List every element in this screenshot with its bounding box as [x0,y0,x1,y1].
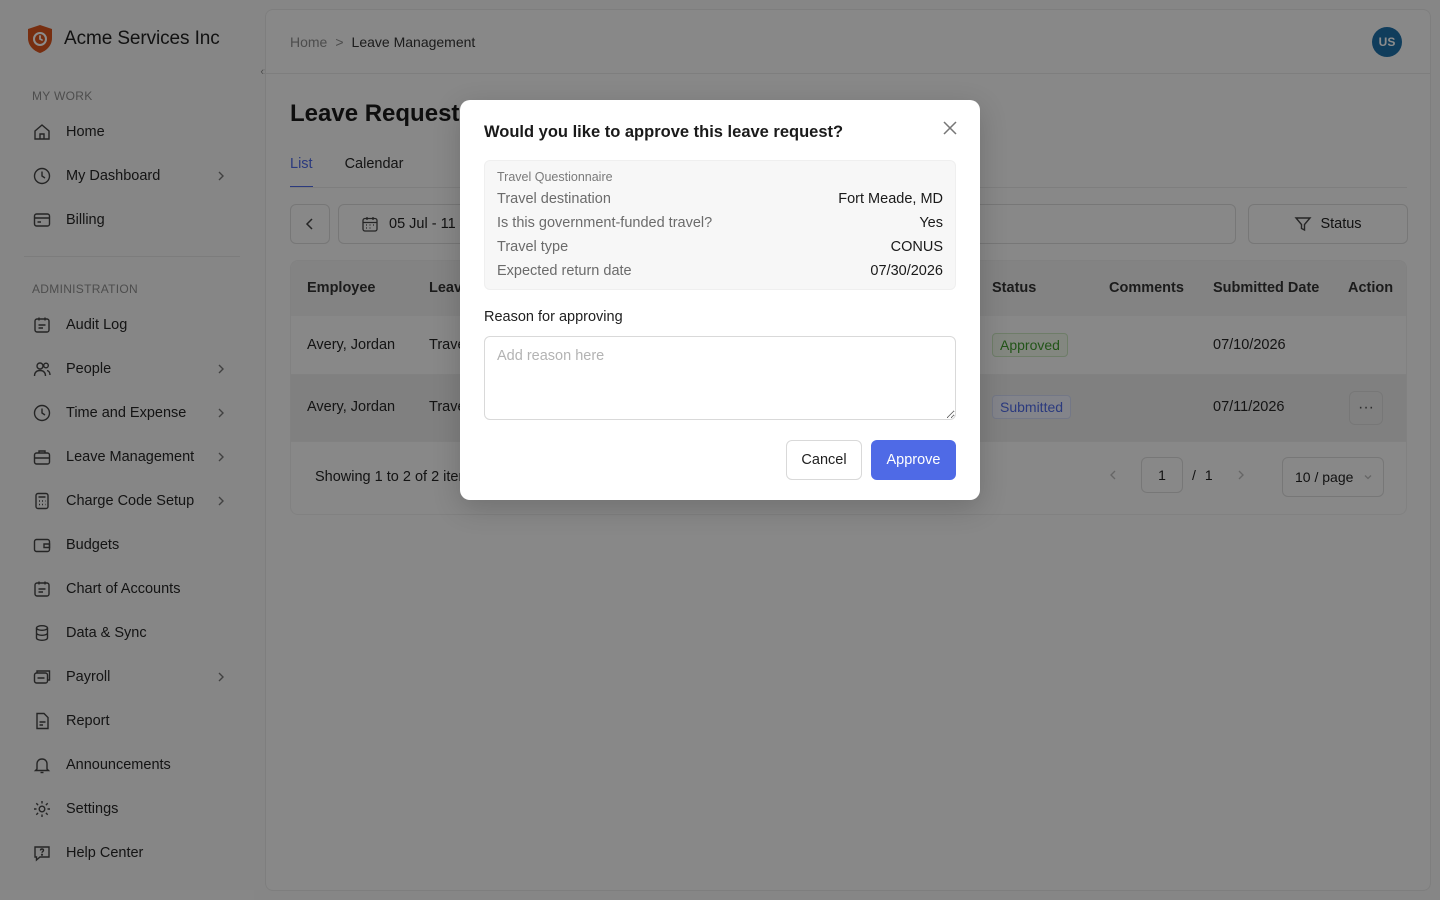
questionnaire-key: Travel type [497,239,569,255]
questionnaire-value: CONUS [890,239,943,255]
approve-button[interactable]: Approve [871,440,956,480]
questionnaire-row: Is this government-funded travel? Yes [497,215,943,231]
close-icon [943,121,957,135]
reason-label: Reason for approving [484,309,623,325]
travel-questionnaire: Travel Questionnaire Travel destination … [484,160,956,290]
cancel-button[interactable]: Cancel [786,440,862,480]
close-button[interactable] [940,118,960,138]
modal-title: Would you like to approve this leave req… [484,123,844,141]
questionnaire-row: Expected return date 07/30/2026 [497,263,943,279]
approve-leave-modal: Would you like to approve this leave req… [460,100,980,500]
questionnaire-row: Travel destination Fort Meade, MD [497,191,943,207]
questionnaire-value: Fort Meade, MD [838,191,943,207]
questionnaire-key: Is this government-funded travel? [497,215,713,231]
questionnaire-row: Travel type CONUS [497,239,943,255]
questionnaire-key: Travel destination [497,191,611,207]
questionnaire-title: Travel Questionnaire [497,170,613,184]
questionnaire-value: 07/30/2026 [870,263,943,279]
questionnaire-value: Yes [919,215,943,231]
questionnaire-key: Expected return date [497,263,632,279]
reason-input[interactable] [484,336,956,420]
